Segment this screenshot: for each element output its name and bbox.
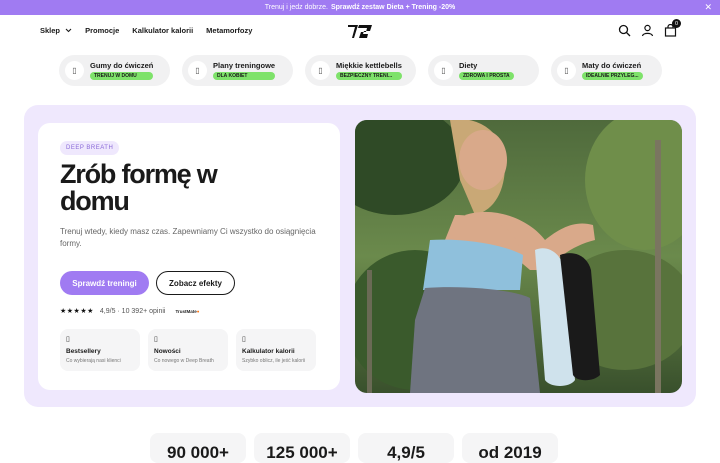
category-title: Diety (459, 61, 478, 70)
main-nav: Sklep Promocje Kalkulator kalorii Metamo… (0, 15, 720, 47)
category-badge: TRENUJ W DOMU (90, 72, 154, 80)
trustmate-label: TrustMate (175, 308, 197, 314)
category-item[interactable]: ▯ Diety ZDROWA I PROSTA (428, 55, 539, 86)
category-title: Gumy do ćwiczeń (90, 61, 154, 70)
feature-subtitle: Szybko oblicz, ile jeść kalorii (242, 358, 306, 364)
category-item[interactable]: ▯ Gumy do ćwiczeń TRENUJ W DOMU (59, 55, 170, 86)
promo-link[interactable]: Sprawdź zestaw Dieta + Trening -20% (331, 4, 455, 11)
user-icon[interactable] (641, 24, 654, 37)
category-badge: IDEALNIE PRZYLEG... (582, 72, 643, 80)
category-title: Plany treningowe (213, 61, 276, 70)
category-item[interactable]: ▯ Plany treningowe DLA KOBIET (182, 55, 293, 86)
feature-title: Kalkulator kalorii (242, 348, 295, 355)
stats-row: 90 000+ 125 000+ 4,9/5 od 2019 (150, 433, 558, 463)
stat-item: 4,9/5 (358, 433, 454, 463)
category-thumbnail: ▯ (311, 61, 330, 80)
cart-button[interactable]: 0 (664, 19, 681, 37)
category-title: Miękkie kettlebells (336, 61, 402, 70)
rating-stars: ★★★★★ (60, 308, 94, 315)
category-badge: DLA KOBIET (213, 72, 276, 80)
close-icon[interactable]: ✕ (704, 2, 712, 13)
nav-item-shop-label: Sklep (40, 26, 61, 35)
hero-photo (355, 120, 682, 393)
nav-item-metamorphoses[interactable]: Metamorfozy (206, 26, 252, 35)
bestseller-icon: ▯ (66, 336, 70, 343)
category-item[interactable]: ▯ Maty do ćwiczeń IDEALNIE PRZYLEG... (551, 55, 662, 86)
chevron-down-icon (65, 28, 72, 33)
nav-item-calorie-calculator[interactable]: Kalkulator kalorii (132, 26, 193, 35)
trustmate-logo[interactable]: TrustMate● (175, 309, 199, 314)
feature-subtitle: Co wybierają nasi klienci (66, 358, 121, 364)
stat-item: od 2019 (462, 433, 558, 463)
check-trainings-button[interactable]: Sprawdź treningi (60, 271, 149, 295)
category-thumbnail: ▯ (188, 61, 207, 80)
feature-subtitle: Co nowego w Deep Breath (154, 358, 214, 364)
category-thumbnail: ▯ (557, 61, 576, 80)
category-badge: ZDROWA I PROSTA (459, 72, 514, 80)
rating-row: ★★★★★ 4,9/5 · 10 392+ opinii TrustMate● (60, 307, 199, 316)
calculator-icon: ▯ (242, 336, 246, 343)
brand-logo[interactable] (346, 23, 374, 40)
category-thumbnail: ▯ (65, 61, 84, 80)
stat-item: 90 000+ (150, 433, 246, 463)
rating-text: 4,9/5 · 10 392+ opinii (99, 307, 166, 315)
hero-headline: Zrób formę w domu (60, 159, 218, 216)
category-item[interactable]: ▯ Miękkie kettlebells BEZPIECZNY TRENI..… (305, 55, 416, 86)
trustmate-dot-icon: ● (196, 308, 200, 314)
category-title: Maty do ćwiczeń (582, 61, 642, 70)
feature-calorie-calculator[interactable]: ▯ Kalkulator kalorii Szybko oblicz, ile … (236, 329, 316, 371)
feature-title: Nowości (154, 348, 181, 355)
search-icon[interactable] (618, 24, 631, 37)
category-badge: BEZPIECZNY TRENI... (336, 72, 402, 80)
see-results-button[interactable]: Zobacz efekty (156, 271, 235, 295)
cart-count-badge: 0 (672, 19, 681, 28)
stat-item: 125 000+ (254, 433, 350, 463)
category-list: ▯ Gumy do ćwiczeń TRENUJ W DOMU ▯ Plany … (59, 55, 662, 86)
feature-bestsellers[interactable]: ▯ Bestsellery Co wybierają nasi klienci (60, 329, 140, 371)
new-icon: ▯ (154, 336, 158, 343)
feature-new[interactable]: ▯ Nowości Co nowego w Deep Breath (148, 329, 228, 371)
nav-item-promotions[interactable]: Promocje (85, 26, 119, 35)
category-thumbnail: ▯ (434, 61, 453, 80)
feature-title: Bestsellery (66, 348, 101, 355)
brand-tag: DEEP BREATH (60, 141, 120, 155)
nav-item-shop[interactable]: Sklep (40, 26, 72, 35)
hero-subtitle: Trenuj wtedy, kiedy masz czas. Zapewniam… (60, 227, 316, 248)
promo-text: Trenuj i jedz dobrze. (264, 4, 328, 11)
promo-bar: Trenuj i jedz dobrze. Sprawdź zestaw Die… (0, 0, 720, 15)
